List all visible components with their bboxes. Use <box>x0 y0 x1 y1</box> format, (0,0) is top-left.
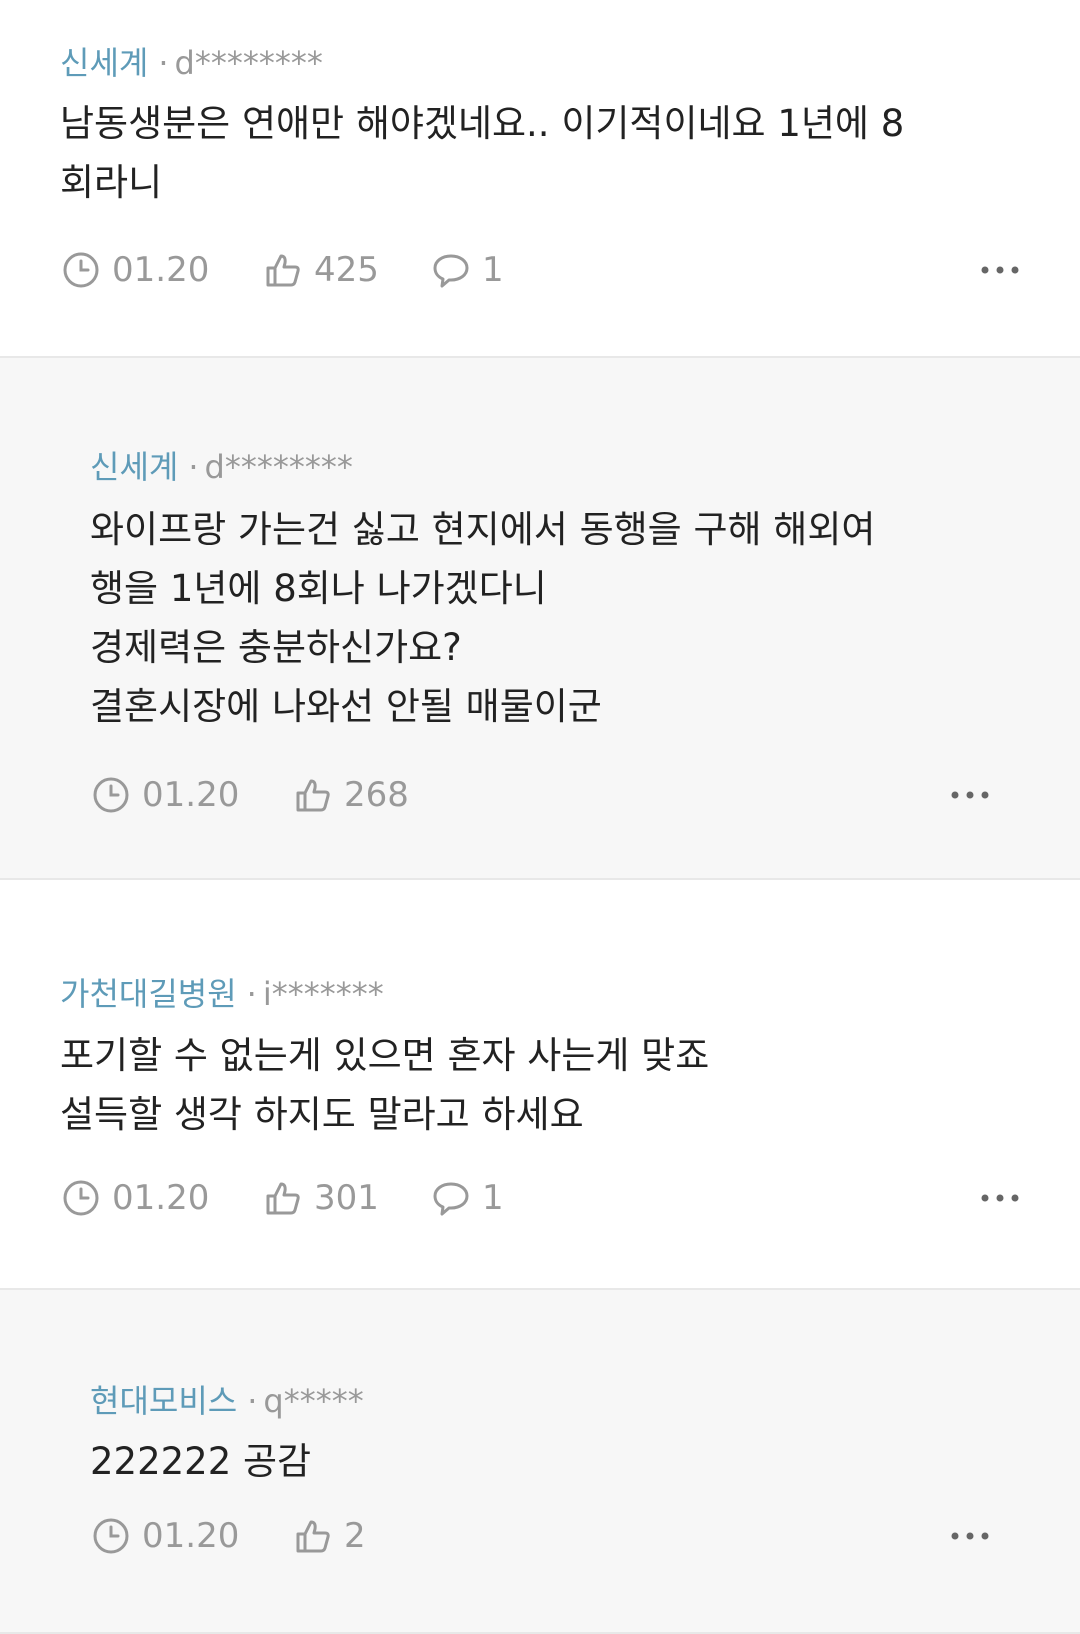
thumbs-up-icon <box>266 1182 300 1215</box>
comment-meta: 현대모비스 · q***** <box>90 1376 364 1422</box>
date-stat: 01.20 <box>92 1513 239 1559</box>
comment-text: 와이프랑 가는건 싫고 현지에서 동행을 구해 해외여 행을 1년에 8회나 나… <box>90 500 875 736</box>
company-name[interactable]: 가천대길병원 <box>60 975 237 1013</box>
comment-line: 회라니 <box>60 161 163 204</box>
comment-text: 포기할 수 없는게 있으면 혼자 사는게 맞죠 설득할 생각 하지도 말라고 하… <box>60 1026 709 1144</box>
like-count: 2 <box>344 1516 366 1556</box>
comment-text: 222222 공감 <box>90 1432 311 1491</box>
thumbs-up-icon <box>296 779 330 812</box>
like-count: 301 <box>314 1178 379 1218</box>
comment-line: 행을 1년에 8회나 나가겠다니 <box>90 567 547 610</box>
comment-footer: 01.20 301 1 <box>62 1175 1020 1221</box>
comment-footer: 01.20 268 <box>92 772 990 818</box>
user-id: d******** <box>174 44 323 82</box>
more-dots-icon[interactable] <box>950 776 990 814</box>
more-dots-icon[interactable] <box>950 1517 990 1555</box>
meta-separator: · <box>188 448 199 486</box>
comment: 가천대길병원 · i******* 포기할 수 없는게 있으면 혼자 사는게 맞죠 … <box>0 880 1080 1290</box>
clock-icon <box>93 1518 129 1554</box>
comment-footer: 01.20 425 1 <box>62 247 1020 293</box>
thumbs-up-icon <box>266 254 300 287</box>
speech-bubble-icon <box>433 1182 469 1216</box>
clock-icon <box>63 1180 99 1216</box>
date-stat: 01.20 <box>92 772 239 818</box>
comment-line: 222222 공감 <box>90 1440 312 1483</box>
comment-line: 경제력은 충분하신가요? <box>90 626 462 669</box>
comment-meta: 가천대길병원 · i******* <box>60 969 384 1015</box>
like-count: 268 <box>344 775 409 815</box>
comment-meta: 신세계 · d******** <box>90 442 353 488</box>
comment-date: 01.20 <box>112 1178 210 1218</box>
meta-separator: · <box>158 44 169 82</box>
reply-count: 1 <box>482 1178 504 1218</box>
comment-line: 남동생분은 연애만 해야겠네요.. 이기적이네요 1년에 8 <box>60 102 905 145</box>
comment-text: 남동생분은 연애만 해야겠네요.. 이기적이네요 1년에 8 회라니 <box>60 94 904 212</box>
more-dots-icon[interactable] <box>980 251 1020 289</box>
reply-button[interactable]: 1 <box>432 247 504 293</box>
thumbs-up-icon <box>296 1520 330 1553</box>
comment-line: 결혼시장에 나와선 안될 매물이군 <box>90 685 602 728</box>
clock-icon <box>63 252 99 288</box>
date-stat: 01.20 <box>62 247 209 293</box>
like-button[interactable]: 2 <box>294 1513 366 1559</box>
company-name[interactable]: 현대모비스 <box>90 1382 237 1420</box>
user-id: d******** <box>204 448 353 486</box>
comment-meta: 신세계 · d******** <box>60 38 323 84</box>
comment-footer: 01.20 2 <box>92 1513 990 1559</box>
like-button[interactable]: 425 <box>264 247 379 293</box>
meta-separator: · <box>246 975 257 1013</box>
clock-icon <box>93 777 129 813</box>
reply-comment: 신세계 · d******** 와이프랑 가는건 싫고 현지에서 동행을 구해 해외… <box>0 358 1080 880</box>
comment-date: 01.20 <box>142 1516 240 1556</box>
comment-date: 01.20 <box>142 775 240 815</box>
speech-bubble-icon <box>433 254 469 288</box>
like-button[interactable]: 301 <box>264 1175 379 1221</box>
comment-line: 설득할 생각 하지도 말라고 하세요 <box>60 1093 584 1136</box>
reply-count: 1 <box>482 250 504 290</box>
user-id: i******* <box>262 975 384 1013</box>
reply-button[interactable]: 1 <box>432 1175 504 1221</box>
reply-comment: 현대모비스 · q***** 222222 공감 01.20 2 <box>0 1290 1080 1634</box>
like-button[interactable]: 268 <box>294 772 409 818</box>
company-name[interactable]: 신세계 <box>90 448 178 486</box>
comment-date: 01.20 <box>112 250 210 290</box>
company-name[interactable]: 신세계 <box>60 44 148 82</box>
comment-line: 포기할 수 없는게 있으면 혼자 사는게 맞죠 <box>60 1034 710 1077</box>
meta-separator: · <box>247 1382 258 1420</box>
more-dots-icon[interactable] <box>980 1179 1020 1217</box>
comment-line: 와이프랑 가는건 싫고 현지에서 동행을 구해 해외여 <box>90 508 876 551</box>
comment: 신세계 · d******** 남동생분은 연애만 해야겠네요.. 이기적이네요 1… <box>0 0 1080 358</box>
like-count: 425 <box>314 250 379 290</box>
date-stat: 01.20 <box>62 1175 209 1221</box>
user-id: q***** <box>263 1382 364 1420</box>
